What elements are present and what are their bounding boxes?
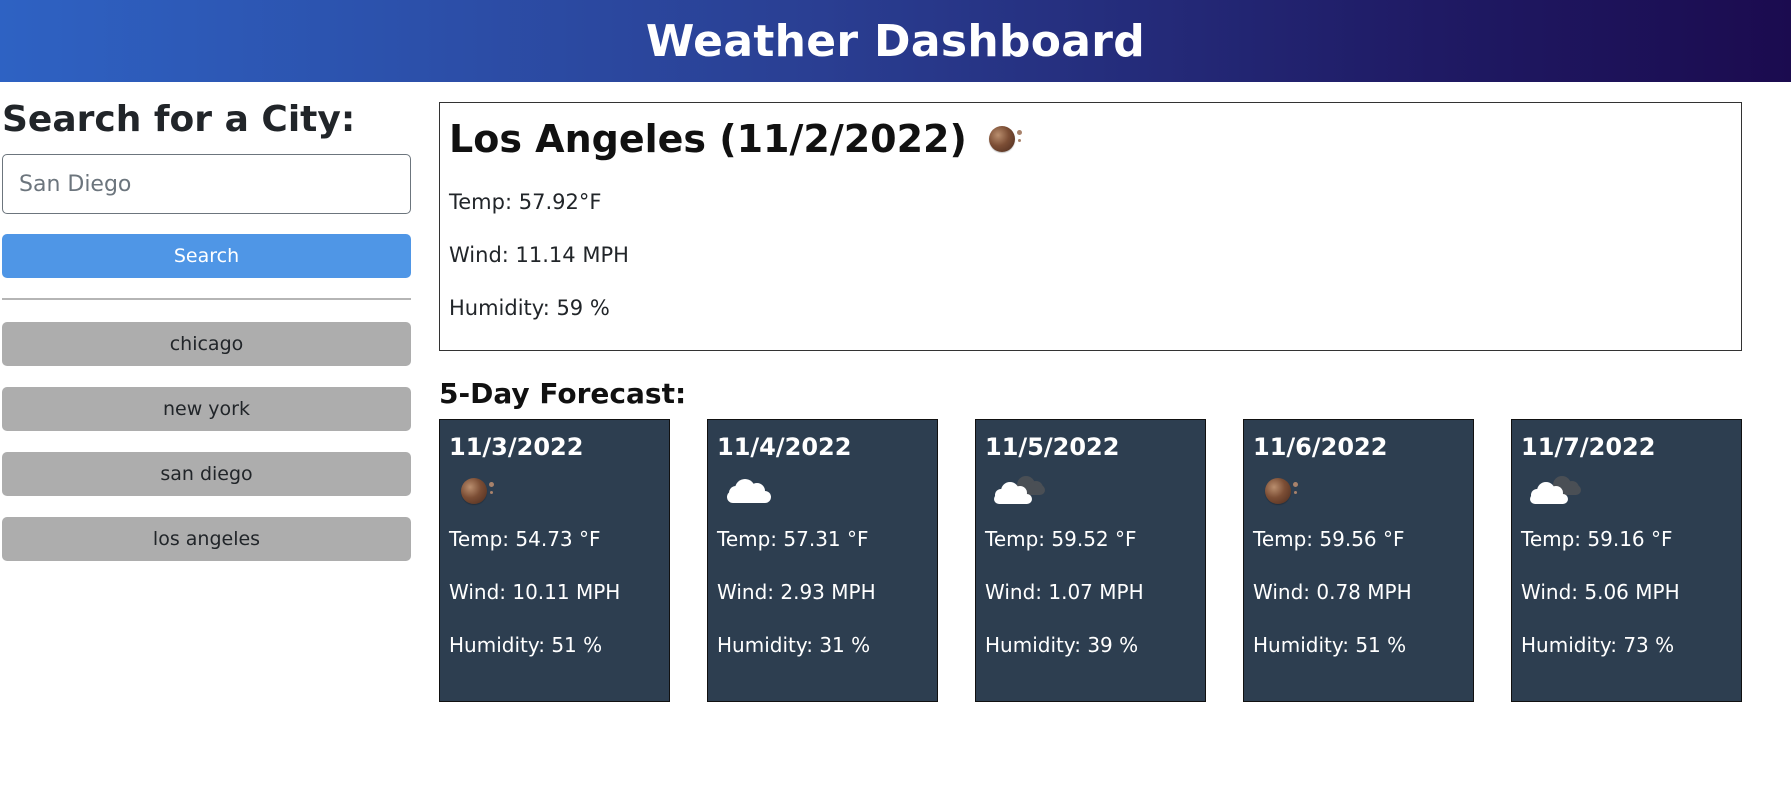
forecast-cards: 11/3/2022 Temp: 54.73 °F Wind: 10.11 MPH… [439,419,1742,702]
history-item-new-york[interactable]: new york [2,387,411,431]
forecast-date: 11/7/2022 [1521,433,1656,461]
forecast-humidity: Humidity: 39 % [985,633,1139,657]
forecast-wind: Wind: 1.07 MPH [985,580,1144,604]
cloud-icon [725,477,773,505]
search-sidebar: Search for a City: Search chicago new yo… [2,94,411,582]
app-header: Weather Dashboard [0,0,1791,82]
forecast-temp: Temp: 54.73 °F [449,527,601,551]
sidebar-divider [2,298,411,300]
current-weather-header: Los Angeles (11/2/2022) [449,113,1732,165]
search-heading: Search for a City: [2,99,356,140]
current-temp: Temp: 57.92°F [449,190,602,214]
forecast-heading: 5-Day Forecast: [439,377,687,410]
forecast-humidity: Humidity: 51 % [449,633,603,657]
forecast-temp: Temp: 59.52 °F [985,527,1137,551]
forecast-date: 11/3/2022 [449,433,584,461]
moon-icon [1261,476,1301,506]
forecast-date: 11/5/2022 [985,433,1120,461]
forecast-temp: Temp: 57.31 °F [717,527,869,551]
forecast-humidity: Humidity: 51 % [1253,633,1407,657]
weather-main: Los Angeles (11/2/2022) Temp: 57.92°F Wi… [439,102,1742,702]
forecast-wind: Wind: 0.78 MPH [1253,580,1412,604]
forecast-date: 11/4/2022 [717,433,852,461]
current-humidity: Humidity: 59 % [449,296,610,320]
moon-icon [457,476,497,506]
search-history: chicago new york san diego los angeles [2,322,411,561]
forecast-wind: Wind: 5.06 MPH [1521,580,1680,604]
current-wind: Wind: 11.14 MPH [449,243,629,267]
forecast-card: 11/4/2022 Temp: 57.31 °F Wind: 2.93 MPH … [707,419,938,702]
forecast-card: 11/3/2022 Temp: 54.73 °F Wind: 10.11 MPH… [439,419,670,702]
moon-icon [985,124,1025,154]
search-button[interactable]: Search [2,234,411,278]
history-item-chicago[interactable]: chicago [2,322,411,366]
forecast-wind: Wind: 2.93 MPH [717,580,876,604]
history-item-san-diego[interactable]: san diego [2,452,411,496]
forecast-wind: Wind: 10.11 MPH [449,580,621,604]
forecast-card: 11/7/2022 Temp: 59.16 °F Wind: 5.06 MPH … [1511,419,1742,702]
forecast-temp: Temp: 59.16 °F [1521,527,1673,551]
forecast-card: 11/5/2022 Temp: 59.52 °F Wind: 1.07 MPH … [975,419,1206,702]
forecast-temp: Temp: 59.56 °F [1253,527,1405,551]
forecast-card: 11/6/2022 Temp: 59.56 °F Wind: 0.78 MPH … [1243,419,1474,702]
forecast-humidity: Humidity: 31 % [717,633,871,657]
forecast-date: 11/6/2022 [1253,433,1388,461]
current-city-title: Los Angeles (11/2/2022) [449,117,967,161]
history-item-los-angeles[interactable]: los angeles [2,517,411,561]
current-weather-card: Los Angeles (11/2/2022) Temp: 57.92°F Wi… [439,102,1742,351]
page-title: Weather Dashboard [645,15,1146,67]
city-search-input[interactable] [2,154,411,214]
forecast-humidity: Humidity: 73 % [1521,633,1675,657]
broken-clouds-icon [1529,476,1581,506]
broken-clouds-icon [993,476,1045,506]
